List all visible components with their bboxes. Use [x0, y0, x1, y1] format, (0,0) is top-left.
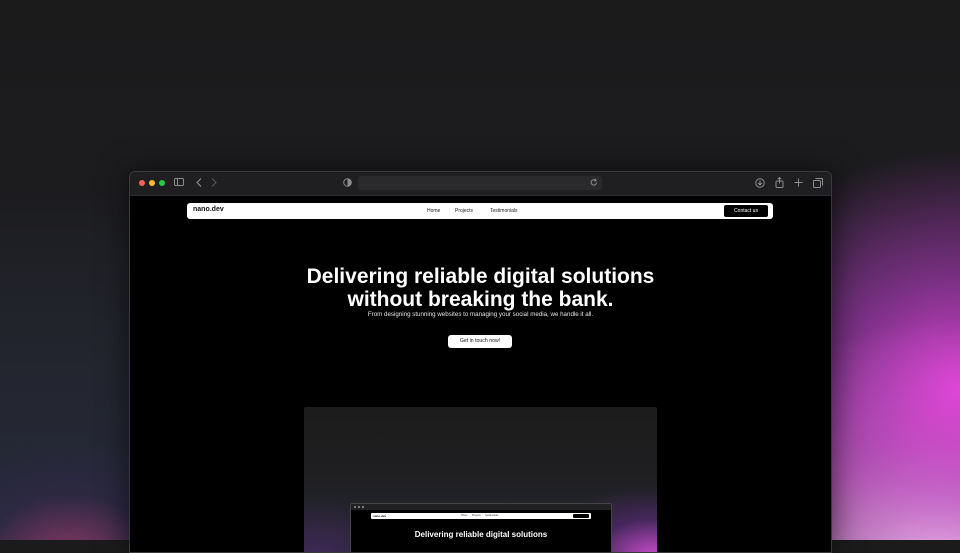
preview-browser-window: nano.dev Home Projects Testimonials Deli… — [350, 503, 612, 552]
site-navbar: nano.dev Home Projects Testimonials Cont… — [187, 203, 773, 219]
reload-icon[interactable] — [590, 178, 598, 190]
sidebar-toggle-icon[interactable] — [174, 178, 184, 189]
preview-nav-link-home: Home — [461, 514, 468, 517]
hero-subtitle: From designing stunning websites to mana… — [367, 311, 594, 318]
preview-hero-title: Delivering reliable digital solutions — [414, 530, 548, 539]
preview-contact-button — [573, 514, 589, 518]
preview-nav-link-testimonials: Testimonials — [485, 514, 499, 517]
new-tab-icon[interactable] — [794, 178, 803, 190]
browser-window: nano.dev Home Projects Testimonials Cont… — [129, 171, 832, 553]
preview-nav-link-projects: Projects — [472, 514, 481, 517]
preview-window-dot — [358, 506, 360, 508]
contact-us-button[interactable]: Contact us — [724, 205, 768, 217]
hero-title-line-1: Delivering reliable digital solutions — [306, 265, 655, 288]
forward-icon[interactable] — [211, 178, 217, 190]
preview-browser-toolbar — [351, 504, 611, 510]
zoom-window-button[interactable] — [159, 180, 165, 186]
preview-window-dot — [362, 506, 364, 508]
minimize-window-button[interactable] — [149, 180, 155, 186]
tab-overview-icon[interactable] — [813, 178, 823, 191]
address-bar[interactable] — [358, 176, 602, 190]
nav-link-testimonials[interactable]: Testimonials — [490, 208, 518, 214]
share-icon[interactable] — [775, 176, 784, 191]
privacy-shield-icon[interactable] — [343, 178, 352, 190]
nav-link-home[interactable]: Home — [427, 208, 440, 214]
site-logo[interactable]: nano.dev — [193, 206, 224, 213]
get-in-touch-button[interactable]: Get in touch now! — [448, 335, 512, 348]
close-window-button[interactable] — [139, 180, 145, 186]
browser-toolbar — [130, 172, 831, 196]
hero-title-line-2: without breaking the bank. — [347, 288, 614, 311]
hero-title: Delivering reliable digital solutions wi… — [130, 265, 831, 311]
download-icon[interactable] — [755, 178, 765, 191]
preview-window-dot — [354, 506, 356, 508]
hero-preview-image: nano.dev Home Projects Testimonials Deli… — [304, 407, 657, 552]
preview-site-logo: nano.dev — [373, 514, 387, 518]
nav-link-projects[interactable]: Projects — [455, 208, 473, 214]
preview-site-navbar: nano.dev Home Projects Testimonials — [371, 513, 591, 519]
back-icon[interactable] — [196, 178, 202, 190]
